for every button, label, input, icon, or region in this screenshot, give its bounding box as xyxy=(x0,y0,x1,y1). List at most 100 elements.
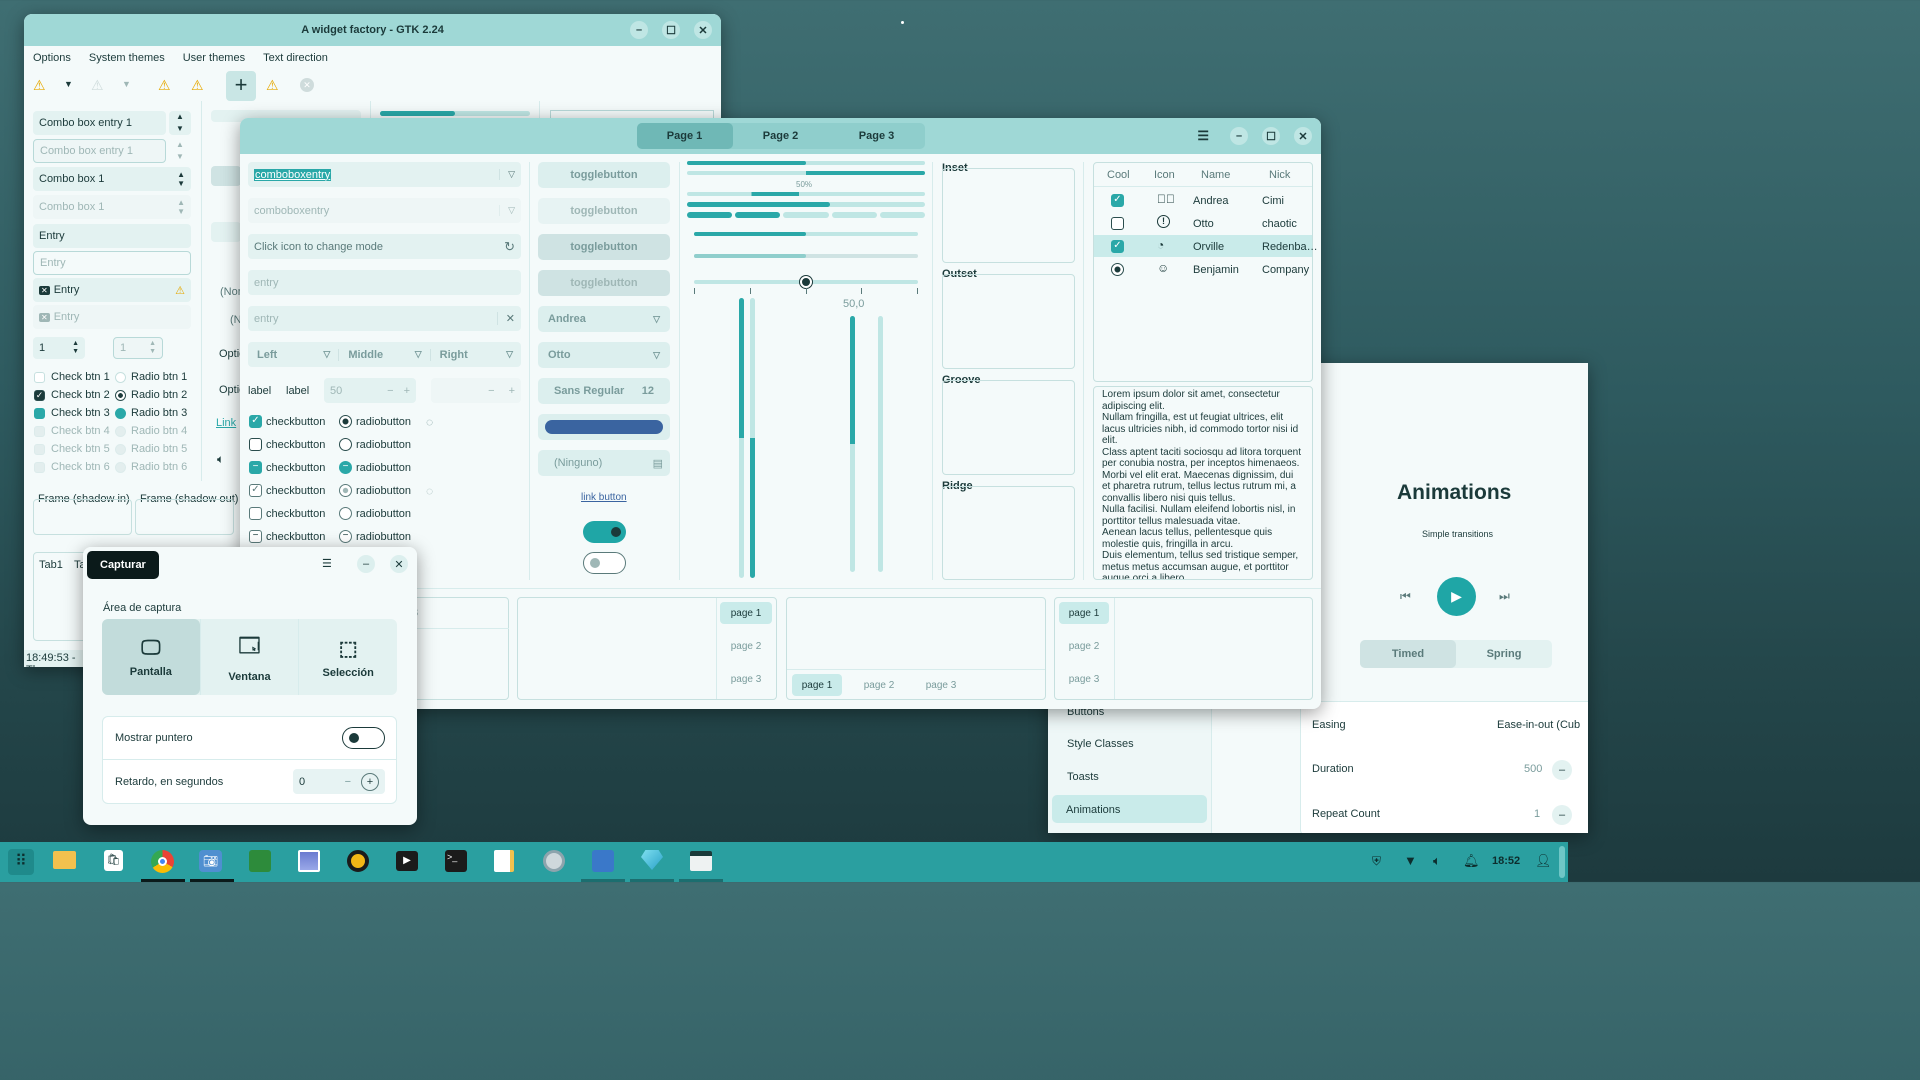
delay-spin[interactable]: 0− + xyxy=(293,769,385,794)
add-icon[interactable]: + xyxy=(226,71,256,101)
combo-andrea[interactable]: Andrea ▽ xyxy=(538,306,670,332)
dropdown-left[interactable]: Left ▽ xyxy=(248,349,338,361)
menu-system-themes[interactable]: System themes xyxy=(89,52,165,64)
tab-page-1[interactable]: Page 1 xyxy=(636,123,733,149)
combo-box-entry-1[interactable]: Combo box entry 1 xyxy=(33,111,166,135)
togglebutton-3[interactable]: togglebutton xyxy=(538,234,670,260)
checkbutton-2[interactable] xyxy=(249,438,262,451)
font-button[interactable]: Sans Regular 12 xyxy=(538,378,670,404)
warning-icon-3[interactable]: ⚠ xyxy=(191,77,204,94)
radio-1[interactable] xyxy=(115,372,126,383)
entry-placeholder-field[interactable]: Entry xyxy=(33,251,191,275)
minimize-button[interactable]: – xyxy=(357,555,375,573)
backspace-icon[interactable]: ✕ xyxy=(39,285,50,295)
spin-button[interactable]: 1 ▲ ▼ xyxy=(33,337,85,359)
settings-icon[interactable] xyxy=(543,850,565,872)
tree-header-cool[interactable]: Cool xyxy=(1107,169,1130,181)
combo-box-1[interactable]: Combo box 1 ▲ ▼ xyxy=(33,167,191,191)
minimize-button[interactable]: – xyxy=(1230,127,1248,145)
minimize-button[interactable]: – xyxy=(630,21,648,39)
spin-arrows-icon[interactable]: ▲ ▼ xyxy=(72,340,79,356)
tab-page-3[interactable]: Page 3 xyxy=(829,123,925,149)
notebook-3-page-2[interactable]: page 2 xyxy=(854,674,904,696)
image-viewer-icon[interactable] xyxy=(298,850,320,872)
app-grid-icon[interactable]: ⠿ xyxy=(8,849,34,875)
vscale-2[interactable] xyxy=(750,298,755,578)
volume-icon[interactable]: 🔈︎ xyxy=(217,452,224,467)
decrement-icon[interactable]: – xyxy=(1552,805,1572,825)
tree-row-1-check[interactable]: ✓ xyxy=(1111,194,1124,207)
warning-icon-4[interactable]: ⚠ xyxy=(266,77,279,94)
switch-off[interactable] xyxy=(583,552,626,574)
entry-with-icons[interactable]: ✕ Entry ⚠ xyxy=(33,278,191,302)
entry-with-clear[interactable]: entry ✕ xyxy=(248,306,521,331)
tab1-label[interactable]: Tab1 xyxy=(39,559,63,571)
user-icon[interactable]: 👤︎ xyxy=(1535,853,1552,869)
play-button[interactable]: ▶ xyxy=(1437,577,1476,616)
combo-arrow-icon[interactable]: ▲ ▼ xyxy=(169,111,191,135)
duration-value[interactable]: 500 xyxy=(1524,763,1542,775)
maximize-button[interactable]: ☐ xyxy=(1262,127,1280,145)
dropdown-arrow-icon[interactable]: ▼ xyxy=(64,79,73,89)
switch-on[interactable] xyxy=(583,521,626,543)
radiobutton-2[interactable] xyxy=(339,438,352,451)
checkbutton-3[interactable]: − xyxy=(249,461,262,474)
radiobutton-1[interactable] xyxy=(339,415,352,428)
check-1[interactable] xyxy=(34,372,45,383)
radiobutton-3[interactable]: − xyxy=(339,461,352,474)
shield-icon[interactable]: ⛨ xyxy=(1372,854,1381,869)
files-icon[interactable] xyxy=(53,851,76,869)
checkbutton-1[interactable]: ✓ xyxy=(249,415,262,428)
close-button[interactable]: ✕ xyxy=(694,21,712,39)
maximize-button[interactable]: ☐ xyxy=(662,21,680,39)
close-button[interactable]: ✕ xyxy=(1294,127,1312,145)
menu-icon[interactable]: ☰ xyxy=(1197,128,1209,144)
partial-link[interactable]: Link xyxy=(216,417,236,429)
sidebar-item-toasts[interactable]: Toasts xyxy=(1067,771,1099,783)
tree-row-3-check[interactable]: ✓ xyxy=(1111,240,1124,253)
textview[interactable]: Lorem ipsum dolor sit amet, consectetur … xyxy=(1093,386,1313,580)
stop-icon[interactable]: ✕ xyxy=(300,78,314,92)
widget-factory-icon[interactable] xyxy=(690,851,712,871)
plus-icon[interactable]: + xyxy=(404,385,410,397)
sidebar-item-animations[interactable]: Animations xyxy=(1052,795,1207,823)
dropdown-middle[interactable]: Middle ▽ xyxy=(338,348,429,361)
minus-icon[interactable]: − xyxy=(387,385,393,397)
notification-bell-icon[interactable]: 🔔︎ xyxy=(1463,853,1480,869)
tree-header-nick[interactable]: Nick xyxy=(1269,169,1290,181)
panel-handle[interactable] xyxy=(1559,846,1565,878)
notebook-2-page-3[interactable]: page 3 xyxy=(720,668,772,690)
spin-button[interactable]: 50− + xyxy=(324,378,416,403)
skip-forward-icon[interactable]: ⏭ xyxy=(1499,589,1510,604)
entry-placeholder[interactable]: entry xyxy=(248,270,521,295)
check-3[interactable] xyxy=(34,408,45,419)
comboboxentry-field[interactable]: comboboxentry ▽ xyxy=(248,162,521,187)
screenshot-icon[interactable]: 📷︎ xyxy=(199,850,222,872)
menu-icon[interactable]: ☰ xyxy=(322,557,332,570)
clock[interactable]: 18:52 xyxy=(1492,855,1520,867)
dropdown-right[interactable]: Right ▽ xyxy=(429,348,521,361)
notebook-2-page-2[interactable]: page 2 xyxy=(720,635,772,657)
wifi-icon[interactable]: ▼ xyxy=(1404,853,1417,868)
plus-icon[interactable]: + xyxy=(361,772,379,791)
notebook-4-page-3[interactable]: page 3 xyxy=(1059,668,1109,690)
scale-handle[interactable] xyxy=(800,276,812,288)
togglebutton-1[interactable]: togglebutton xyxy=(538,162,670,188)
repeat-value[interactable]: 1 xyxy=(1534,808,1540,820)
link-button[interactable]: link button xyxy=(581,492,627,503)
menu-options[interactable]: Options xyxy=(33,52,71,64)
volume-icon[interactable]: 🔈︎ xyxy=(1433,853,1441,869)
mode-spring[interactable]: Spring xyxy=(1456,640,1552,668)
terminal-icon[interactable]: >_ xyxy=(445,850,467,872)
radio-3[interactable] xyxy=(115,408,126,419)
music-icon[interactable] xyxy=(347,850,369,872)
sheets-icon[interactable] xyxy=(249,850,271,872)
warning-icon[interactable]: ⚠ xyxy=(33,77,46,94)
tree-row-2-check[interactable] xyxy=(1111,217,1124,230)
entry-field[interactable]: Entry xyxy=(33,224,191,248)
icon-mode-entry[interactable]: Click icon to change mode ↻ xyxy=(248,234,521,259)
notebook-3-page-1[interactable]: page 1 xyxy=(792,674,842,696)
notebook-4-page-1[interactable]: page 1 xyxy=(1059,602,1109,624)
mode-timed[interactable]: Timed xyxy=(1360,640,1456,668)
check-2[interactable]: ✓ xyxy=(34,390,45,401)
